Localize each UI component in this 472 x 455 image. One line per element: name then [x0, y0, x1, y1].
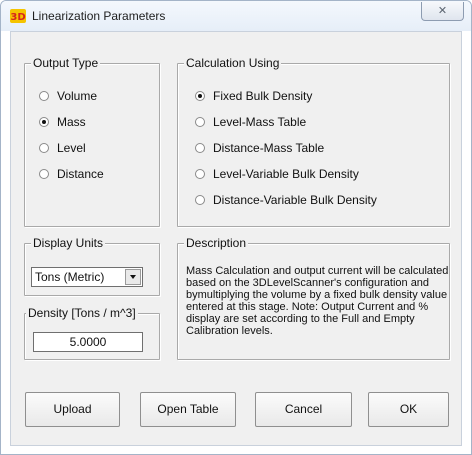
density-field[interactable]: 5.0000 — [33, 332, 143, 352]
density-legend: Density [Tons / m^3] — [26, 306, 138, 320]
radio-mass[interactable]: Mass — [39, 115, 86, 129]
radio-button[interactable] — [39, 91, 49, 101]
radio-button[interactable] — [195, 195, 205, 205]
chevron-down-icon[interactable] — [125, 269, 141, 285]
window-title: Linearization Parameters — [32, 9, 166, 23]
radio-button[interactable] — [195, 91, 205, 101]
radio-distance-mass-table[interactable]: Distance-Mass Table — [195, 141, 324, 155]
radio-label: Mass — [57, 115, 86, 129]
close-icon: ✕ — [437, 4, 448, 17]
upload-button[interactable]: Upload — [25, 392, 120, 427]
radio-distance[interactable]: Distance — [39, 167, 104, 181]
radio-volume[interactable]: Volume — [39, 89, 97, 103]
dialog-body: Output Type Volume Mass Level Distance C… — [10, 31, 462, 446]
open-table-button[interactable]: Open Table — [140, 392, 236, 427]
radio-button[interactable] — [39, 169, 49, 179]
radio-button[interactable] — [195, 169, 205, 179]
radio-distance-variable-bulk-density[interactable]: Distance-Variable Bulk Density — [195, 193, 377, 207]
radio-level-mass-table[interactable]: Level-Mass Table — [195, 115, 306, 129]
description-legend: Description — [184, 236, 249, 250]
radio-label: Level — [57, 141, 86, 155]
radio-label: Distance-Mass Table — [213, 141, 325, 155]
radio-button[interactable] — [195, 117, 205, 127]
density-group: Density [Tons / m^3] 5.0000 — [24, 306, 160, 360]
radio-label: Fixed Bulk Density — [213, 89, 313, 103]
description-group: Description Mass Calculation and output … — [177, 236, 450, 360]
radio-level[interactable]: Level — [39, 141, 86, 155]
display-units-legend: Display Units — [31, 236, 106, 250]
dialog-window: 3D Linearization Parameters ✕ Output Typ… — [0, 0, 472, 455]
radio-fixed-bulk-density[interactable]: Fixed Bulk Density — [195, 89, 312, 103]
radio-button[interactable] — [195, 143, 205, 153]
display-units-select[interactable]: Tons (Metric) — [31, 267, 143, 287]
display-units-value: Tons (Metric) — [35, 270, 105, 284]
radio-label: Distance — [57, 167, 104, 181]
calculation-group: Calculation Using Fixed Bulk Density Lev… — [177, 56, 450, 227]
display-units-group: Display Units Tons (Metric) — [24, 236, 160, 296]
radio-label: Volume — [57, 89, 98, 103]
ok-button[interactable]: OK — [368, 392, 449, 427]
output-type-legend: Output Type — [31, 56, 101, 70]
app-logo-icon: 3D — [10, 9, 26, 23]
description-text: Mass Calculation and output current will… — [186, 265, 449, 337]
radio-button[interactable] — [39, 143, 49, 153]
svg-text:3D: 3D — [10, 12, 25, 23]
calculation-legend: Calculation Using — [184, 56, 282, 70]
radio-level-variable-bulk-density[interactable]: Level-Variable Bulk Density — [195, 167, 359, 181]
output-type-group: Output Type Volume Mass Level Distance — [24, 56, 160, 227]
radio-label: Distance-Variable Bulk Density — [213, 193, 377, 207]
radio-label: Level-Variable Bulk Density — [213, 167, 359, 181]
title-bar[interactable]: 3D Linearization Parameters ✕ — [1, 1, 471, 31]
cancel-button[interactable]: Cancel — [255, 392, 352, 427]
radio-button[interactable] — [39, 117, 49, 127]
radio-label: Level-Mass Table — [213, 115, 307, 129]
close-button[interactable]: ✕ — [421, 2, 464, 21]
